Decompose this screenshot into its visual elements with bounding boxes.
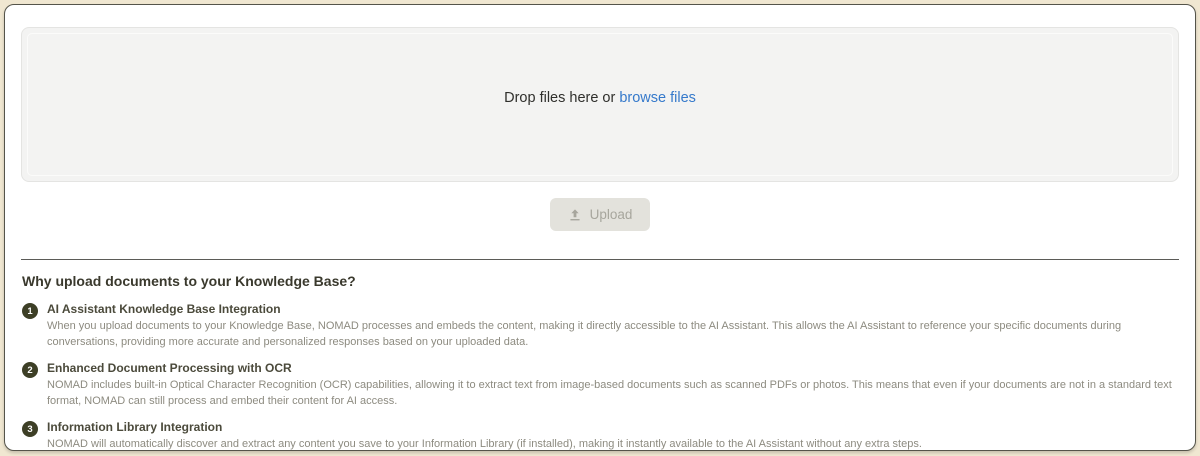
- info-item-body: When you upload documents to your Knowle…: [47, 319, 1178, 350]
- dropzone-prompt-text: Drop files here or: [504, 90, 615, 106]
- info-item-content: Information Library Integration NOMAD wi…: [47, 420, 1178, 451]
- step-number-badge: 2: [22, 362, 38, 378]
- info-item-title: Information Library Integration: [47, 420, 1178, 434]
- upload-icon: [568, 208, 582, 222]
- info-item: 1 AI Assistant Knowledge Base Integratio…: [22, 302, 1178, 350]
- info-item-body: NOMAD includes built-in Optical Characte…: [47, 378, 1178, 409]
- dropzone-prompt: Drop files here orbrowse files: [504, 90, 696, 106]
- upload-button-label: Upload: [590, 207, 633, 222]
- page-frame: Drop files here orbrowse files Upload Wh…: [4, 4, 1196, 451]
- file-dropzone[interactable]: Drop files here orbrowse files: [21, 27, 1179, 182]
- info-section: Why upload documents to your Knowledge B…: [5, 260, 1195, 451]
- info-item-content: Enhanced Document Processing with OCR NO…: [47, 361, 1178, 409]
- upload-button[interactable]: Upload: [550, 198, 651, 231]
- info-item: 2 Enhanced Document Processing with OCR …: [22, 361, 1178, 409]
- info-section-heading: Why upload documents to your Knowledge B…: [22, 273, 1178, 289]
- step-number-badge: 3: [22, 421, 38, 437]
- info-item-body: NOMAD will automatically discover and ex…: [47, 437, 1178, 451]
- browse-files-link[interactable]: browse files: [619, 90, 696, 106]
- info-item-content: AI Assistant Knowledge Base Integration …: [47, 302, 1178, 350]
- step-number-badge: 1: [22, 303, 38, 319]
- info-item: 3 Information Library Integration NOMAD …: [22, 420, 1178, 451]
- upload-button-row: Upload: [21, 198, 1179, 231]
- upload-section: Drop files here orbrowse files Upload: [5, 5, 1195, 260]
- info-item-title: Enhanced Document Processing with OCR: [47, 361, 1178, 375]
- info-item-title: AI Assistant Knowledge Base Integration: [47, 302, 1178, 316]
